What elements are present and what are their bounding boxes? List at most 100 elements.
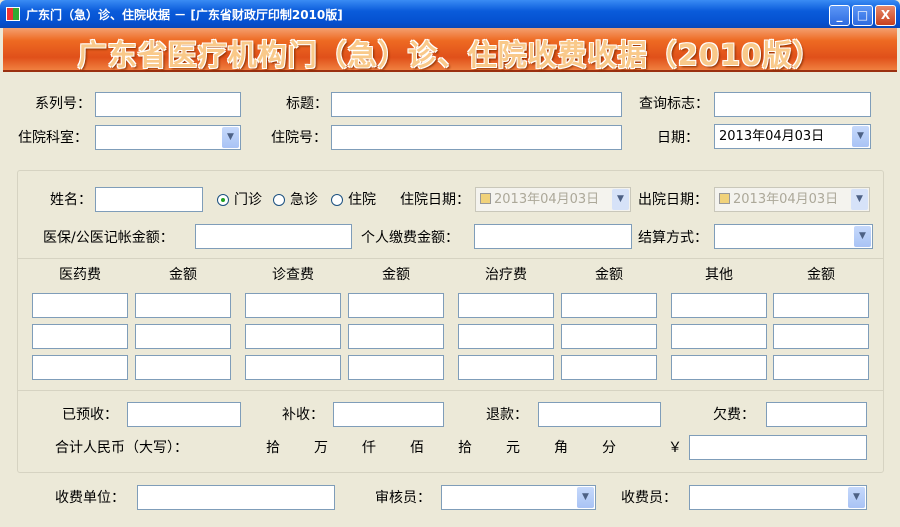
amount-unit-label: 拾	[458, 440, 472, 456]
fee-amount-input[interactable]	[135, 355, 231, 380]
radio-emergency-label[interactable]: 急诊	[290, 188, 318, 212]
owed-label: 欠费：	[713, 407, 755, 423]
fee-item-input[interactable]	[32, 355, 128, 380]
title-label: 标题：	[286, 96, 328, 112]
fee-column-header: 其他	[705, 267, 733, 283]
fee-item-input[interactable]	[32, 293, 128, 318]
inpatient-no-label: 住院号：	[271, 130, 327, 146]
fee-amount-input[interactable]	[773, 324, 869, 349]
fee-amount-input[interactable]	[348, 324, 444, 349]
radio-emergency[interactable]	[273, 194, 285, 206]
fee-item-input[interactable]	[458, 293, 554, 318]
fee-column-header: 诊查费	[272, 267, 314, 283]
fee-item-input[interactable]	[671, 355, 767, 380]
discharge-date-label: 出院日期：	[638, 192, 708, 208]
title-input[interactable]	[331, 92, 622, 117]
prepaid-input[interactable]	[127, 402, 241, 427]
refund-input[interactable]	[538, 402, 661, 427]
supplement-label: 补收：	[282, 407, 324, 423]
settle-select[interactable]: ▼	[714, 224, 873, 249]
total-label: 合计人民币（大写）：	[55, 440, 188, 456]
banner: 广东省医疗机构门（急）诊、住院收费收据（2010版）	[3, 28, 897, 72]
fee-item-input[interactable]	[458, 324, 554, 349]
chevron-down-icon: ▼	[848, 487, 865, 508]
amount-unit-label: 佰	[410, 440, 424, 456]
radio-inpatient-label[interactable]: 住院	[348, 188, 376, 212]
date-value: 2013年04月03日	[719, 129, 825, 144]
refund-label: 退款：	[486, 407, 528, 423]
cashier-select[interactable]: ▼	[689, 485, 867, 510]
radio-inpatient[interactable]	[331, 194, 343, 206]
fee-amount-input[interactable]	[561, 324, 657, 349]
amount-unit-label: 仟	[362, 440, 376, 456]
date-label: 日期：	[657, 130, 699, 146]
radio-outpatient-label[interactable]: 门诊	[234, 188, 262, 212]
yen-label: ￥	[668, 440, 682, 456]
date-picker[interactable]: 2013年04月03日 ▼	[714, 124, 871, 149]
inpatient-no-input[interactable]	[331, 125, 622, 150]
chevron-down-icon: ▼	[852, 126, 869, 147]
fee-amount-input[interactable]	[773, 293, 869, 318]
fee-amount-input[interactable]	[135, 324, 231, 349]
receipt-panel	[17, 170, 884, 473]
fee-amount-input[interactable]	[773, 355, 869, 380]
banner-title: 广东省医疗机构门（急）诊、住院收费收据（2010版）	[77, 38, 823, 72]
fee-column-header: 金额	[382, 267, 410, 283]
unit-input[interactable]	[137, 485, 335, 510]
app-icon	[6, 7, 20, 21]
fee-item-input[interactable]	[32, 324, 128, 349]
amount-unit-label: 分	[602, 440, 616, 456]
fee-amount-input[interactable]	[561, 355, 657, 380]
fee-item-input[interactable]	[245, 293, 341, 318]
amount-unit-label: 元	[506, 440, 520, 456]
maximize-button[interactable]: □	[852, 5, 873, 26]
amount-unit-label: 万	[314, 440, 328, 456]
query-flag-label: 查询标志：	[639, 96, 709, 112]
fee-amount-input[interactable]	[348, 293, 444, 318]
insurance-label: 医保/公医记帐金额：	[43, 230, 174, 246]
dept-select[interactable]: ▼	[95, 125, 241, 150]
fee-item-input[interactable]	[245, 355, 341, 380]
checkbox-icon[interactable]	[480, 193, 491, 204]
divider	[18, 258, 883, 259]
serial-input[interactable]	[95, 92, 241, 117]
admit-date-value: 2013年04月03日	[494, 192, 600, 207]
fee-item-input[interactable]	[671, 324, 767, 349]
chevron-down-icon: ▼	[612, 189, 629, 210]
radio-outpatient[interactable]	[217, 194, 229, 206]
chevron-down-icon: ▼	[577, 487, 594, 508]
supplement-input[interactable]	[333, 402, 444, 427]
fee-column-header: 金额	[807, 267, 835, 283]
fee-item-input[interactable]	[458, 355, 554, 380]
owed-input[interactable]	[766, 402, 867, 427]
fee-amount-input[interactable]	[561, 293, 657, 318]
auditor-select[interactable]: ▼	[441, 485, 596, 510]
auditor-label: 审核员：	[375, 490, 431, 506]
fee-item-input[interactable]	[671, 293, 767, 318]
settle-label: 结算方式：	[638, 230, 708, 246]
amount-unit-label: 拾	[266, 440, 280, 456]
serial-label: 系列号：	[35, 96, 91, 112]
minimize-button[interactable]: _	[829, 5, 850, 26]
close-button[interactable]: X	[875, 5, 896, 26]
fee-column-header: 金额	[169, 267, 197, 283]
personal-input[interactable]	[474, 224, 632, 249]
admit-date-label: 住院日期：	[400, 192, 470, 208]
discharge-date-picker[interactable]: 2013年04月03日 ▼	[714, 187, 870, 212]
unit-label: 收费单位：	[55, 490, 125, 506]
query-flag-input[interactable]	[714, 92, 871, 117]
discharge-date-value: 2013年04月03日	[733, 192, 839, 207]
dept-label: 住院科室：	[18, 130, 88, 146]
admit-date-picker[interactable]: 2013年04月03日 ▼	[475, 187, 631, 212]
fee-amount-input[interactable]	[348, 355, 444, 380]
fee-column-header: 金额	[595, 267, 623, 283]
insurance-input[interactable]	[195, 224, 352, 249]
fee-item-input[interactable]	[245, 324, 341, 349]
divider	[18, 390, 883, 391]
fee-column-header: 医药费	[59, 267, 101, 283]
fee-amount-input[interactable]	[135, 293, 231, 318]
name-input[interactable]	[95, 187, 203, 212]
amount-unit-label: 角	[554, 440, 568, 456]
checkbox-icon[interactable]	[719, 193, 730, 204]
total-input[interactable]	[689, 435, 867, 460]
